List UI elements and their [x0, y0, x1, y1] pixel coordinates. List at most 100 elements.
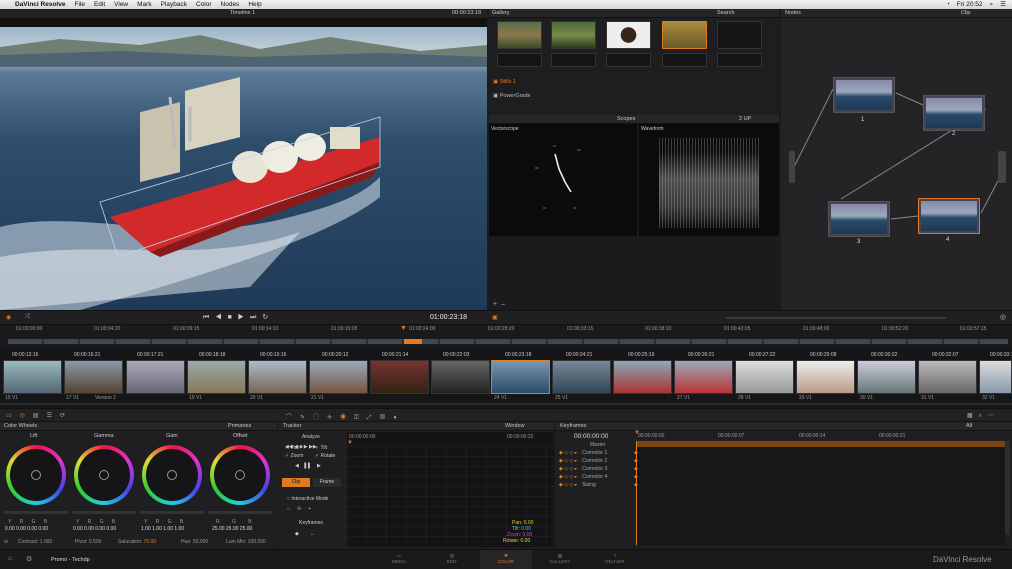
blur-icon[interactable]: ◉: [340, 415, 354, 421]
node-output-handle[interactable]: [998, 151, 1006, 183]
saturation-value[interactable]: Saturation: 75.00: [118, 539, 156, 545]
gamma-wheel[interactable]: [74, 445, 134, 505]
track-transport[interactable]: ◀ ▌▌ ▶: [295, 463, 321, 469]
kf-node-icon[interactable]: ◆ ◇ ◇ ▸: [559, 450, 577, 456]
options-icon[interactable]: ⋯: [988, 413, 1000, 419]
curves-icon[interactable]: ⌒: [286, 415, 300, 421]
powergrade-album[interactable]: ▣ PowerGrade: [493, 93, 531, 99]
menu-app-name[interactable]: DaVinci Resolve: [15, 0, 65, 9]
viewer-mode-icon[interactable]: ◎: [1000, 313, 1006, 321]
still-thumb-10[interactable]: [717, 53, 762, 67]
page-gallery[interactable]: ▦ GALLERY: [545, 553, 575, 564]
menu-mark[interactable]: Mark: [137, 0, 151, 9]
loop-icon[interactable]: ↻: [262, 314, 274, 321]
contrast-value[interactable]: Contrast: 1.000: [18, 539, 52, 545]
reset-icon[interactable]: ⊖: [4, 539, 8, 545]
play-icon[interactable]: ▶: [238, 314, 250, 321]
keyframe-markers[interactable]: ◆ ◆ ◆ ◆ ◆: [634, 449, 638, 489]
interactive-mode-toggle[interactable]: ○ Interactive Mode: [287, 496, 328, 502]
tilt-checkbox[interactable]: ✓ Tilt: [315, 445, 327, 451]
tracker-graph[interactable]: 00:00:00:00 00:00:00:22 ▼ Pan: 0.00 Tilt…: [347, 432, 554, 547]
clip-strip-scrollbar[interactable]: [0, 403, 1012, 405]
search-icon[interactable]: ⌕: [990, 0, 994, 9]
still-thumb-6[interactable]: [497, 53, 542, 67]
wifi-icon[interactable]: ◔: [946, 0, 950, 9]
node-1[interactable]: [833, 77, 895, 113]
color-wheels-mode[interactable]: Primaries: [228, 422, 251, 431]
still-thumb-7[interactable]: [551, 53, 596, 67]
power-window-icon[interactable]: ◯: [313, 415, 327, 421]
track-forward-icon[interactable]: ▶: [304, 444, 308, 450]
page-edit[interactable]: ▤ EDIT: [439, 553, 465, 564]
offset-wheel[interactable]: [210, 445, 270, 505]
page-color[interactable]: ✺ COLOR: [480, 550, 532, 569]
still-thumb-8[interactable]: [606, 53, 651, 67]
menu-view[interactable]: View: [114, 0, 128, 9]
pan-checkbox[interactable]: ✓ Pan: [285, 445, 300, 451]
timeline-ruler[interactable]: 01:00:00:00 01:00:04:20 01:00:09:15 01:0…: [0, 325, 1012, 346]
viewer-options-icon[interactable]: ◉: [6, 314, 11, 321]
lift-values[interactable]: 0.00 0.00 0.00 0.00: [5, 526, 48, 532]
lum-mix-value[interactable]: Lum Mix: 100.000: [226, 539, 266, 545]
stills-album[interactable]: ▣ Stills 1: [493, 79, 516, 85]
still-thumb-1[interactable]: [497, 21, 542, 49]
gain-wheel[interactable]: [142, 445, 202, 505]
kf-node-icon[interactable]: ◆ ◇ ◇ ▸: [559, 474, 577, 480]
lift-wheel[interactable]: [6, 445, 66, 505]
kf-node-icon[interactable]: ◆ ◇ ◇ ▸: [559, 466, 577, 472]
kf-row-corrector-1[interactable]: ◆ ◇ ◇ ▸ Corrector 1: [559, 449, 607, 457]
gamma-master-slider[interactable]: [72, 511, 136, 514]
shuffle-icon[interactable]: ⤮: [25, 314, 30, 321]
qualifier-icon[interactable]: ✎: [300, 415, 313, 421]
scopes-layout[interactable]: 2 UP: [739, 115, 751, 124]
playhead-icon[interactable]: ▼: [400, 325, 407, 332]
zoom-icon[interactable]: ⌕: [979, 413, 988, 419]
menu-help[interactable]: Help: [248, 0, 261, 9]
skip-back-icon[interactable]: ⏮: [203, 314, 215, 321]
camera-raw-icon[interactable]: ▭: [6, 413, 20, 419]
zoom-slider[interactable]: [726, 317, 946, 319]
page-deliver[interactable]: ⇪ DELIVER: [600, 553, 630, 564]
tracker-window-mode[interactable]: Window: [505, 422, 525, 431]
interactive-tools[interactable]: ⌂ ✣ ⌖: [287, 506, 311, 512]
menu-color[interactable]: Color: [196, 0, 212, 9]
kf-row-corrector-3[interactable]: ◆ ◇ ◇ ▸ Corrector 3: [559, 465, 607, 473]
menu-nodes[interactable]: Nodes: [221, 0, 240, 9]
still-thumb-4[interactable]: [662, 21, 707, 49]
menu-file[interactable]: File: [74, 0, 84, 9]
lift-master-slider[interactable]: [4, 511, 68, 514]
key-icon[interactable]: ⚿: [354, 415, 367, 421]
node-2[interactable]: [923, 95, 985, 131]
rotate-checkbox[interactable]: ✓ Rotate: [315, 453, 335, 459]
motion-effects-icon[interactable]: ⟳: [60, 413, 73, 419]
sizing-icon[interactable]: ⤢: [367, 415, 380, 421]
viewer-image[interactable]: [0, 27, 487, 310]
tracker-icon[interactable]: ✛: [327, 415, 340, 421]
3d-icon[interactable]: ▦: [380, 415, 394, 421]
rgb-mixer-icon[interactable]: ☰: [47, 413, 60, 419]
timeline-name[interactable]: Timeline 1: [230, 10, 255, 16]
kf-row-corrector-4[interactable]: ◆ ◇ ◇ ▸ Corrector 4: [559, 473, 607, 481]
step-back-icon[interactable]: ◀: [215, 314, 227, 321]
gallery-search[interactable]: Search: [717, 9, 734, 18]
offset-values[interactable]: 25.00 25.00 25.00: [212, 526, 252, 532]
settings-gear-icon[interactable]: ⚙: [26, 555, 32, 563]
node-input-handle[interactable]: [789, 151, 795, 183]
home-icon[interactable]: ⌂: [8, 555, 12, 562]
node-3[interactable]: [828, 201, 890, 237]
still-thumb-9[interactable]: [662, 53, 707, 67]
keyframe-buttons[interactable]: ◆ ↔: [295, 531, 315, 537]
node-4[interactable]: [918, 198, 980, 234]
hue-value[interactable]: Hue: 50.000: [181, 539, 208, 545]
menu-list-icon[interactable]: ☰: [1000, 0, 1006, 9]
zoom-checkbox[interactable]: ✓ Zoom: [285, 453, 303, 459]
keyframes-icon[interactable]: ♦: [394, 415, 405, 421]
gamma-values[interactable]: 0.00 0.00 0.00 0.00: [73, 526, 116, 532]
menu-edit[interactable]: Edit: [94, 0, 105, 9]
tracker-tab-clip[interactable]: Clip: [282, 478, 310, 487]
keyframe-playhead-icon[interactable]: ▼: [634, 430, 640, 436]
page-media[interactable]: ▭ MEDIA: [386, 553, 412, 564]
stop-icon[interactable]: ■: [228, 314, 238, 321]
pivot-value[interactable]: Pivot: 0.500: [75, 539, 101, 545]
keyframes-scrollbar[interactable]: [1005, 441, 1010, 535]
